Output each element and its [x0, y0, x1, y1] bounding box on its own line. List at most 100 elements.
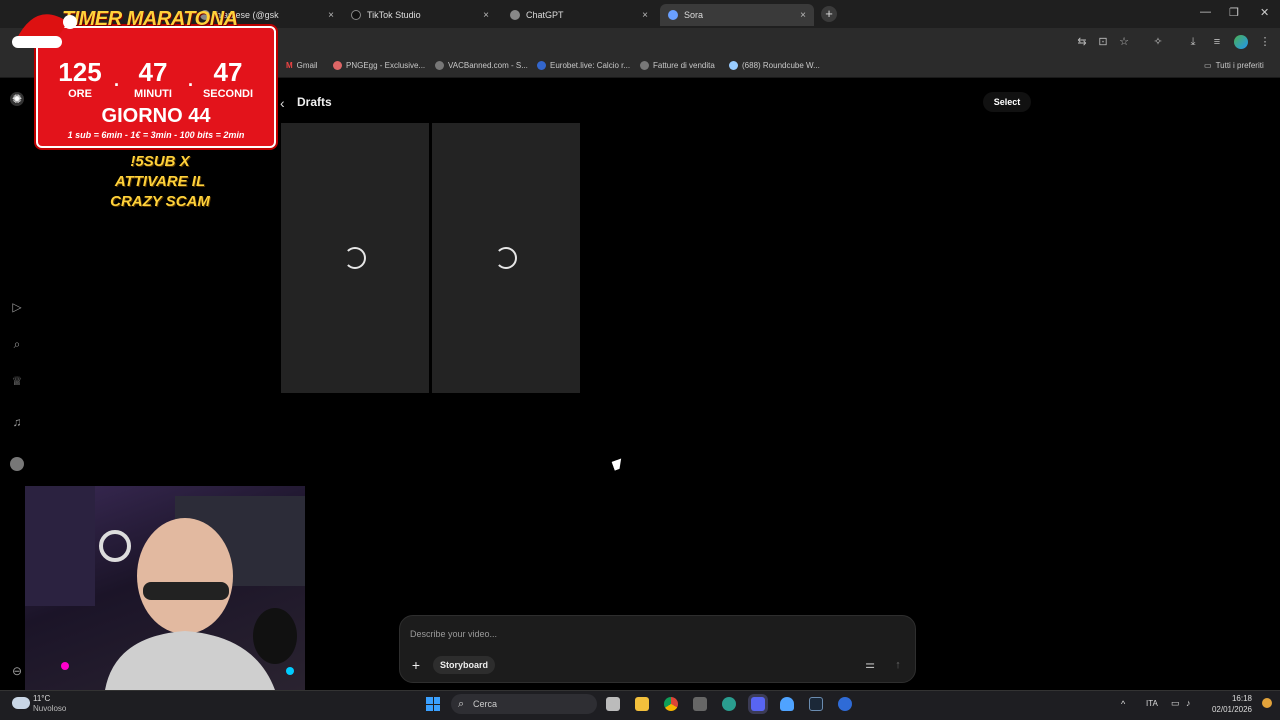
select-button[interactable]: Select [983, 92, 1031, 112]
fatture-icon [640, 61, 649, 70]
bookmark-label: (688) Roundcube W... [742, 61, 820, 70]
close-window-icon[interactable]: ✕ [1260, 6, 1269, 19]
timer-title: TIMER MARATONA [62, 8, 238, 30]
tab-sora[interactable]: Sora × [660, 4, 814, 26]
trophy-icon[interactable]: ♕ [10, 374, 24, 388]
taskbar-search[interactable]: ⌕ Cerca [451, 694, 597, 714]
prompt-input[interactable] [410, 626, 860, 642]
tab-close-icon[interactable]: × [642, 10, 648, 21]
prompt-composer: + Storyboard ⚌ ↑ [399, 615, 916, 683]
weather-temperature[interactable]: 11°C [33, 694, 50, 703]
promo-text: !5SUB X ATTIVARE IL CRAZY SCAM [80, 152, 240, 212]
promo-line: !5SUB X [130, 153, 190, 170]
language-indicator[interactable]: ITA [1146, 699, 1158, 708]
user-avatar[interactable] [10, 457, 24, 471]
bookmark-eurobet[interactable]: Eurobet.live: Calcio r... [537, 61, 630, 70]
notifications-icon[interactable]: ♫ [10, 415, 24, 429]
draft-card[interactable] [281, 123, 429, 393]
start-button[interactable] [426, 697, 440, 711]
send-arrow-icon[interactable]: ↑ [890, 657, 906, 673]
bookmark-label: Gmail [296, 61, 318, 70]
tab-close-icon[interactable]: × [800, 10, 806, 21]
network-icon[interactable]: ▭ [1171, 698, 1180, 709]
weather-description[interactable]: Nuvoloso [33, 704, 66, 713]
restore-icon[interactable]: ❐ [1229, 6, 1239, 19]
page-title: Drafts [297, 95, 332, 109]
discord-icon[interactable] [751, 697, 765, 711]
add-media-button[interactable]: + [408, 657, 424, 673]
pngegg-icon [333, 61, 342, 70]
sora-icon [668, 10, 678, 20]
search-icon: ⌕ [458, 698, 465, 710]
timer-seconds: 47 [213, 57, 243, 87]
tab-close-icon[interactable]: × [328, 10, 334, 21]
volume-icon[interactable]: ♪ [1186, 698, 1191, 708]
install-app-icon[interactable]: ⊡ [1096, 35, 1110, 49]
minimize-icon[interactable]: — [1200, 6, 1211, 18]
eurobet-icon [537, 61, 546, 70]
timer-minutes: 47 [138, 57, 168, 87]
tab-tiktok-studio[interactable]: TikTok Studio × [343, 4, 497, 26]
tab-label: ChatGPT [526, 10, 564, 20]
storyboard-button[interactable]: Storyboard [433, 656, 495, 674]
file-explorer-icon[interactable] [635, 697, 649, 711]
explore-icon[interactable]: ▷ [10, 300, 24, 314]
streamer-image [25, 486, 305, 690]
bookmark-label: PNGEgg - Exclusive... [346, 61, 426, 70]
weather-cloud-icon[interactable] [12, 697, 30, 709]
sora-logo-icon[interactable]: ✺ [10, 92, 24, 106]
draft-card[interactable] [432, 123, 580, 393]
sliders-icon[interactable]: ⚌ [862, 657, 878, 673]
santa-hat-icon [12, 14, 77, 48]
timer-rules: 1 sub = 6min - 1€ = 3min - 100 bits = 2m… [67, 130, 245, 140]
clock-time[interactable]: 16:18 [1208, 694, 1252, 703]
promo-line: CRAZY SCAM [110, 193, 210, 210]
gmail-icon: M [286, 61, 293, 70]
vacbanned-icon [435, 61, 444, 70]
app-icon[interactable] [838, 697, 852, 711]
loading-spinner-icon [344, 247, 366, 269]
download-icon[interactable]: ⤓ [1186, 35, 1200, 49]
all-bookmarks[interactable]: ▭ Tutti i preferiti [1204, 61, 1264, 70]
loading-spinner-icon [495, 247, 517, 269]
search-label: Cerca [473, 699, 498, 709]
app-icon[interactable] [780, 697, 794, 711]
folder-icon: ▭ [1204, 61, 1212, 70]
timer-seconds-label: SECONDI [202, 88, 254, 100]
new-tab-button[interactable]: + [821, 6, 837, 22]
bookmark-star-icon[interactable]: ☆ [1117, 35, 1131, 49]
back-chevron-icon[interactable]: ‹ [280, 95, 285, 111]
bookmark-pngegg[interactable]: PNGEgg - Exclusive... [333, 61, 425, 70]
bookmark-label: VACBanned.com - S... [448, 61, 528, 70]
tiktok-icon [351, 10, 361, 20]
tab-label: TikTok Studio [367, 10, 421, 20]
tab-chatgpt[interactable]: ChatGPT × [502, 4, 656, 26]
search-icon[interactable]: ⌕ [10, 337, 24, 351]
task-view-icon[interactable] [606, 697, 620, 711]
steam-icon[interactable] [809, 697, 823, 711]
notification-icon[interactable] [1262, 698, 1272, 708]
extensions-icon[interactable]: ✧ [1151, 35, 1165, 49]
browser-menu-icon[interactable]: ⋮ [1258, 35, 1272, 49]
roundcube-icon [729, 61, 738, 70]
tab-close-icon[interactable]: × [483, 10, 489, 21]
chrome-icon[interactable] [664, 697, 678, 711]
bookmark-gmail[interactable]: M Gmail [286, 61, 318, 70]
promo-line: ATTIVARE IL [114, 173, 206, 190]
tab-label: Sora [684, 10, 704, 20]
reading-list-icon[interactable]: ≡ [1210, 35, 1224, 49]
translate-icon[interactable]: ⇆ [1075, 35, 1089, 49]
edge-icon[interactable] [722, 697, 736, 711]
timer-minutes-label: MINUTI [134, 88, 172, 100]
bookmark-roundcube[interactable]: (688) Roundcube W... [729, 61, 820, 70]
clock-date[interactable]: 02/01/2026 [1200, 705, 1252, 714]
profile-avatar[interactable] [1234, 35, 1248, 49]
bookmark-label: Fatture di vendita [653, 61, 715, 70]
settings-icon[interactable]: ⊖ [10, 664, 24, 678]
timer-hours-label: ORE [68, 88, 92, 100]
mouse-cursor-icon [611, 458, 625, 471]
tray-chevron-icon[interactable]: ^ [1121, 699, 1125, 709]
app-icon[interactable] [693, 697, 707, 711]
bookmark-vacbanned[interactable]: VACBanned.com - S... [435, 61, 528, 70]
bookmark-fatture[interactable]: Fatture di vendita [640, 61, 715, 70]
